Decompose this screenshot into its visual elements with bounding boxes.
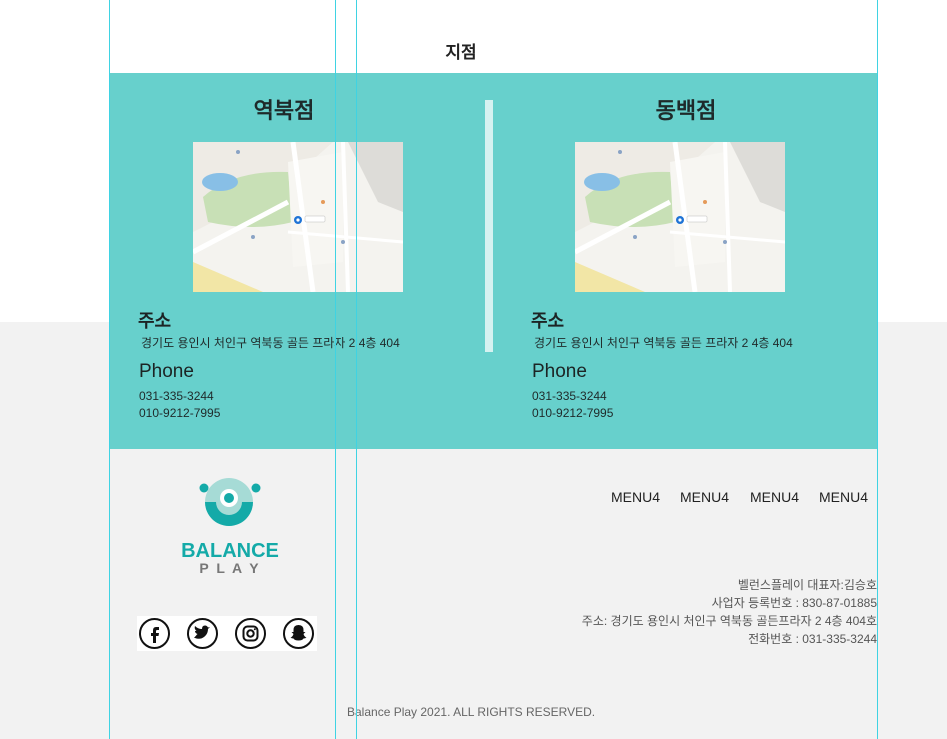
- business-registration: 사업자 등록번호 : 830-87-01885: [711, 596, 877, 610]
- snapchat-icon[interactable]: [283, 618, 314, 649]
- branch-dongbaek: 동백점 주소 경기도 용인시 처인구 역북동 골든 프라자 2 4층 404 P…: [493, 73, 877, 449]
- company-phone: 전화번호 : 031-335-3244: [748, 632, 877, 646]
- branch-name: 동백점: [655, 98, 717, 123]
- branch-map[interactable]: [193, 142, 403, 292]
- phone-number[interactable]: 031-335-3244: [139, 389, 214, 403]
- logo-text-play: P L A Y: [199, 560, 261, 576]
- balance-play-logo[interactable]: BALANCE P L A Y: [170, 476, 290, 576]
- copyright-text: Balance Play 2021. ALL RIGHTS RESERVED.: [347, 705, 596, 719]
- branch-name: 역북점: [253, 98, 315, 123]
- social-links: [137, 616, 317, 651]
- section-title: 지점: [445, 43, 477, 62]
- company-address: 주소: 경기도 용인시 처인구 역북동 골든프라자 2 4층 404호: [581, 614, 877, 628]
- layout-guide-line: [356, 0, 357, 739]
- address-text: 경기도 용인시 처인구 역북동 골든 프라자 2 4층 404: [534, 336, 793, 350]
- branch-map[interactable]: [575, 142, 785, 292]
- phone-number[interactable]: 031-335-3244: [532, 389, 607, 403]
- phone-number[interactable]: 010-9212-7995: [532, 406, 613, 420]
- branch-divider: [485, 100, 493, 352]
- phone-number[interactable]: 010-9212-7995: [139, 406, 220, 420]
- address-heading: 주소: [138, 311, 172, 331]
- branch-yeokbuk: 역북점 주소 경기도 용인시 처인구 역북동 골든 프라자 2 4층 404 P…: [110, 73, 494, 449]
- logo-mark-icon: [199, 478, 261, 526]
- instagram-icon[interactable]: [235, 618, 266, 649]
- layout-guide-line: [877, 0, 878, 739]
- footer-menu-item[interactable]: MENU4: [611, 489, 660, 505]
- twitter-icon[interactable]: [187, 618, 218, 649]
- address-heading: 주소: [531, 311, 565, 331]
- layout-guide-line: [335, 0, 336, 739]
- footer-menu-item[interactable]: MENU4: [750, 489, 799, 505]
- layout-guide-line: [109, 0, 110, 739]
- footer-menu-item[interactable]: MENU4: [680, 489, 729, 505]
- company-ceo: 벨런스플레이 대표자:김승호: [737, 578, 877, 592]
- branches-panel: 역북점 주소 경기도 용인시 처인구 역북동 골든 프라자 2 4층 404 P…: [110, 73, 877, 449]
- phone-heading: Phone: [532, 361, 587, 382]
- facebook-icon[interactable]: [139, 618, 170, 649]
- phone-heading: Phone: [139, 361, 194, 382]
- footer-menu-item[interactable]: MENU4: [819, 489, 868, 505]
- address-text: 경기도 용인시 처인구 역북동 골든 프라자 2 4층 404: [141, 336, 400, 350]
